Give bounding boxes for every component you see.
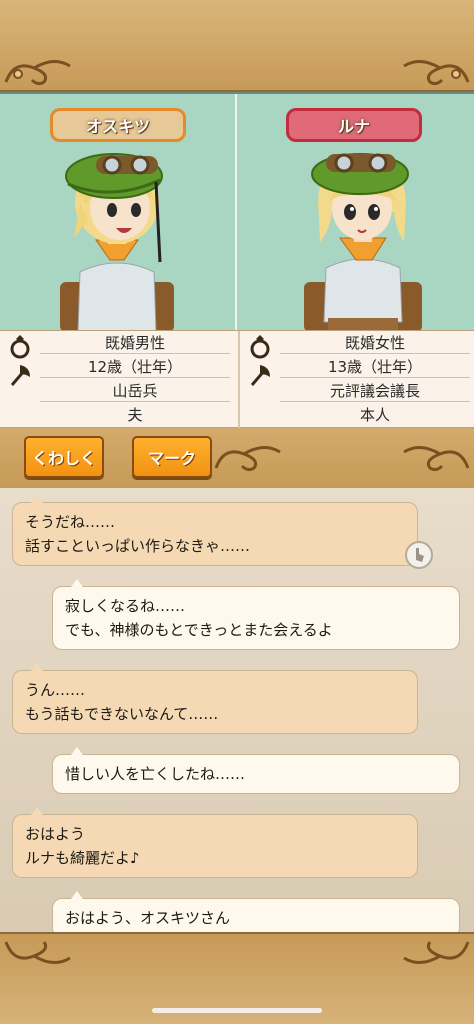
name-tag-right[interactable]: ルナ [286, 108, 422, 142]
stat-relation: 夫 [127, 406, 143, 424]
stat-age: 12歳（壮年） [40, 355, 230, 378]
stat-relation: 本人 [359, 406, 390, 424]
ring-icon [250, 335, 270, 359]
mark-button[interactable]: マーク [132, 436, 212, 478]
chat-bubble: おはよう ルナも綺麗だよ♪ [12, 807, 418, 878]
corner-ornament-left [4, 941, 71, 964]
stat-job: 山岳兵 [40, 379, 230, 402]
stat-age: 13歳（壮年） [280, 355, 470, 378]
stat-marital-status: 既婚男性 [40, 331, 230, 354]
character-portrait-left[interactable] [52, 142, 182, 332]
corner-ornament-left [4, 60, 71, 86]
axe-icon [250, 365, 270, 386]
stat-job: 元評議会議長 [280, 379, 470, 402]
chat-bubble: そうだね…… 話すこといっぱい作らなきゃ…… [12, 495, 418, 566]
corner-ornament-right [403, 941, 470, 964]
action-bar: くわしく マーク [0, 428, 474, 488]
chat-bubble: うん…… もう話もできないなんて…… [12, 663, 418, 734]
corner-ornament-right [403, 60, 470, 86]
axe-icon [10, 365, 30, 386]
chat-bubble: 惜しい人を亡くしたね…… [52, 747, 460, 794]
ring-icon [10, 335, 30, 359]
portrait-panel: オスキツ ルナ [0, 92, 474, 332]
name-tag-left[interactable]: オスキツ [50, 108, 186, 142]
tap-icon[interactable] [404, 540, 434, 570]
stats-left: 既婚男性 12歳（壮年） 山岳兵 夫 [0, 331, 236, 429]
stats-panel: 既婚男性 12歳（壮年） 山岳兵 夫 既婚女性 13歳（壮年） 元評議会議長 本… [0, 330, 474, 429]
conversation-log[interactable]: そうだね…… 話すこといっぱい作らなきゃ…… 寂しくなるね…… でも、神様のもと… [0, 488, 474, 932]
bar-ornament-right [403, 446, 470, 472]
details-button[interactable]: くわしく [24, 436, 104, 478]
portrait-divider [235, 94, 237, 330]
stat-marital-status: 既婚女性 [280, 331, 470, 354]
top-bar [0, 0, 474, 92]
chat-bubble: 寂しくなるね…… でも、神様のもとできっとまた会えるよ [52, 579, 460, 650]
character-portrait-right[interactable] [298, 142, 428, 332]
chat-bubble: おはよう、オスキツさん [52, 891, 460, 932]
bar-ornament-center [214, 446, 281, 472]
home-indicator[interactable] [152, 1008, 322, 1013]
stats-right: 既婚女性 13歳（壮年） 元評議会議長 本人 [238, 331, 474, 429]
